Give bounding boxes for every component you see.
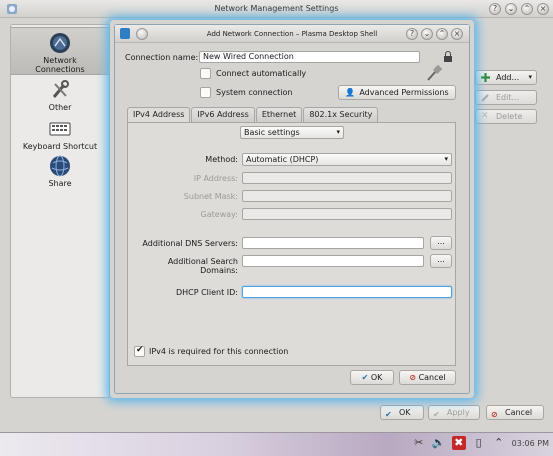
user-icon: 👤 [345,88,355,97]
ipv4-required-checkbox[interactable] [134,345,145,357]
method-label: Method: [205,155,238,164]
settings-mode-value: Basic settings [244,128,300,137]
search-domains-input[interactable] [242,255,424,267]
tab-ipv4-address[interactable]: IPv4 Address [127,107,191,123]
search-domains-browse-button[interactable]: ... [430,254,452,268]
sidebar-item-label: Other [48,103,72,112]
network-icon [50,33,70,53]
dialog-help-button[interactable]: ? [406,28,418,40]
sidebar-item-keyboard-shortcut[interactable]: Keyboard Shortcut [11,118,109,152]
sidebar-item-label: Network [43,56,77,65]
main-ok-label: OK [399,408,411,417]
dialog-maximize-button[interactable]: ⌃ [436,28,448,40]
tab-bar: IPv4 Address IPv6 Address Ethernet 802.1… [127,107,379,123]
connection-name-label: Connection name: [125,53,199,62]
cancel-icon: ⊘ [409,373,417,382]
tab-ethernet[interactable]: Ethernet [255,107,303,122]
window-titlebar: Network Management Settings ? ⌄ ⌃ × [0,0,553,18]
subnet-mask-input[interactable] [242,190,452,202]
search-domains-label: Additional Search Domains: [167,257,238,275]
maximize-button[interactable]: ⌃ [521,3,533,15]
sidebar-item-label: Share [48,179,72,188]
check-icon: ✔ [385,410,392,419]
sidebar-item-share[interactable]: Share [11,155,109,189]
taskbar: ✂ 🔈 ✖ ▯ ⌃ 03:06 PM [0,432,553,456]
ethernet-plug-icon [427,65,443,81]
dhcp-client-id-label: DHCP Client ID: [175,288,238,297]
help-button[interactable]: ? [489,3,501,15]
globe-icon [50,155,70,177]
add-button-label: Add... [496,73,520,82]
chevron-down-icon: ▾ [528,73,532,81]
dialog-titlebar: Add Network Connection – Plasma Desktop … [115,25,469,43]
system-tray: ✂ 🔈 ✖ ▯ ⌃ 03:06 PM [412,436,553,450]
dialog-ok-button[interactable]: ✔ OK [350,370,394,385]
tab-ipv6-address[interactable]: IPv6 Address [191,107,255,122]
ip-address-input[interactable] [242,172,452,184]
keyboard-icon [49,122,71,136]
ipv4-panel: Basic settings ▾ Method: Automatic (DHCP… [127,122,456,366]
method-select[interactable]: Automatic (DHCP) ▾ [242,153,452,166]
delete-button[interactable]: ✕ Delete [475,109,537,124]
advanced-permissions-button[interactable]: 👤 Advanced Permissions [338,85,456,100]
plus-icon [481,73,490,82]
sidebar: Network Connections Other Keyboard Short… [10,24,110,398]
main-apply-label: Apply [447,408,470,417]
add-button[interactable]: Add... ▾ [475,70,537,85]
connect-automatically-checkbox[interactable] [200,68,211,79]
delete-icon: ✕ [481,111,489,121]
system-connection-label: System connection [216,88,293,97]
settings-mode-select[interactable]: Basic settings ▾ [240,126,344,139]
chevron-down-icon: ▾ [336,128,340,136]
edit-button[interactable]: Edit... [475,90,537,105]
tab-8021x-security[interactable]: 802.1x Security [303,107,379,122]
ipv4-required-label: IPv4 is required for this connection [149,347,289,356]
main-apply-button[interactable]: ✔ Apply [428,405,480,420]
main-ok-button[interactable]: ✔ OK [380,405,424,420]
dns-browse-button[interactable]: ... [430,236,452,250]
chevron-up-icon[interactable]: ⌃ [492,436,506,450]
gateway-input[interactable] [242,208,452,220]
advanced-permissions-label: Advanced Permissions [359,88,449,97]
tools-icon [52,80,69,98]
edit-button-label: Edit... [496,93,520,102]
connect-automatically-label: Connect automatically [216,69,307,78]
main-cancel-label: Cancel [505,408,533,417]
cancel-icon: ⊘ [491,410,498,419]
dhcp-client-id-input[interactable] [242,286,452,298]
method-value: Automatic (DHCP) [246,155,319,164]
scissors-icon[interactable]: ✂ [412,436,426,450]
apply-icon: ✔ [433,410,440,419]
clock[interactable]: 03:06 PM [512,439,549,448]
close-button[interactable]: × [537,3,549,15]
chevron-down-icon: ▾ [444,155,448,163]
volume-icon[interactable]: 🔈 [432,436,446,450]
sidebar-item-label: Connections [35,65,85,74]
subnet-mask-label: Subnet Mask: [183,192,238,201]
window-title: Network Management Settings [214,4,339,13]
dialog-close-button[interactable]: × [451,28,463,40]
gateway-label: Gateway: [200,210,238,219]
lock-icon[interactable] [442,51,454,63]
battery-icon[interactable]: ▯ [472,436,486,450]
main-cancel-button[interactable]: ⊘ Cancel [486,405,544,420]
system-connection-checkbox[interactable] [200,87,211,98]
dialog-cancel-button[interactable]: ⊘ Cancel [399,370,456,385]
dialog-ok-label: OK [370,373,383,382]
sidebar-item-network-connections[interactable]: Network Connections [11,27,109,75]
check-icon: ✔ [361,373,369,382]
connection-name-input[interactable]: New Wired Connection [199,51,420,63]
ip-address-label: IP Address: [193,174,238,183]
sidebar-item-label: Keyboard Shortcut [22,142,98,151]
dns-servers-label: Additional DNS Servers: [142,239,238,248]
edit-icon [481,94,489,102]
update-notifier-icon[interactable]: ✖ [451,436,466,450]
add-connection-dialog: Add Network Connection – Plasma Desktop … [114,24,470,394]
delete-button-label: Delete [496,112,523,121]
dialog-shade-button[interactable]: ⌄ [421,28,433,40]
shade-button[interactable]: ⌄ [505,3,517,15]
sidebar-item-other[interactable]: Other [11,79,109,113]
dialog-cancel-label: Cancel [418,373,446,382]
dns-servers-input[interactable] [242,237,424,249]
